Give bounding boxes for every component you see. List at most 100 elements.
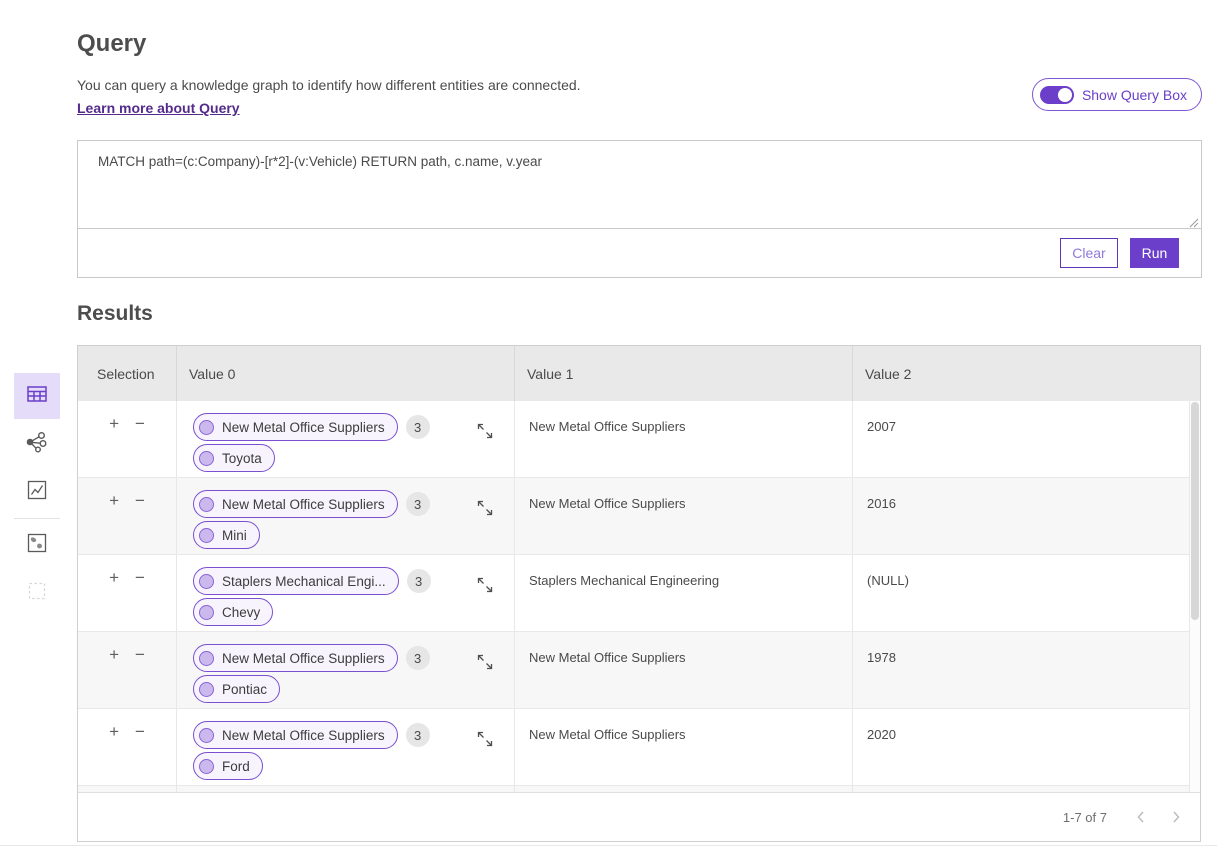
entity-pill-label: New Metal Office Suppliers: [222, 497, 385, 512]
entity-dot-icon: [199, 420, 214, 435]
link-chart-icon: [25, 430, 49, 459]
remove-from-selection-button[interactable]: −: [133, 722, 147, 742]
value2-cell: 2020: [853, 709, 1200, 785]
value1-cell: New Metal Office Suppliers: [515, 478, 853, 554]
next-page-button[interactable]: [1168, 809, 1184, 825]
entity-pill-label: Ford: [222, 759, 250, 774]
entity-dot-icon: [199, 574, 214, 589]
learn-more-link[interactable]: Learn more about Query: [77, 100, 240, 116]
page-bottom-divider: [0, 845, 1217, 846]
expand-path-icon[interactable]: [475, 421, 495, 441]
selection-tool-icon: [26, 580, 48, 607]
sidebar-item-table-view[interactable]: [14, 373, 60, 419]
table-pagination: 1-7 of 7: [78, 792, 1200, 841]
show-query-box-toggle[interactable]: Show Query Box: [1032, 78, 1202, 111]
remove-from-selection-button[interactable]: −: [133, 491, 147, 511]
entity-dot-icon: [199, 651, 214, 666]
entity-dot-icon: [199, 528, 214, 543]
run-button[interactable]: Run: [1130, 238, 1179, 268]
entity-pill[interactable]: Pontiac: [193, 675, 280, 703]
remove-from-selection-button[interactable]: −: [133, 568, 147, 588]
entity-pill-label: New Metal Office Suppliers: [222, 651, 385, 666]
column-header-selection: Selection: [78, 346, 177, 401]
resize-handle-icon[interactable]: [1188, 215, 1199, 226]
entity-pill[interactable]: Mini: [193, 521, 260, 549]
entity-pill[interactable]: Toyota: [193, 444, 275, 472]
entity-dot-icon: [199, 497, 214, 512]
table-row: + − New Metal Office Suppliers 3: [78, 632, 1200, 709]
toggle-switch-icon: [1040, 86, 1074, 104]
entity-pill-label: Toyota: [222, 451, 262, 466]
results-view-sidebar: [14, 373, 60, 616]
entity-pill-label: Staplers Mechanical Engi...: [222, 574, 386, 589]
expand-path-icon[interactable]: [475, 575, 495, 595]
add-to-selection-button[interactable]: +: [107, 722, 121, 742]
table-scrollbar[interactable]: [1189, 401, 1200, 792]
sidebar-item-link-chart-view[interactable]: [14, 421, 60, 467]
value1-cell: New Metal Office Suppliers: [515, 401, 853, 477]
add-to-selection-button[interactable]: +: [107, 645, 121, 665]
sidebar-divider: [14, 518, 60, 519]
add-to-selection-button[interactable]: +: [107, 414, 121, 434]
entity-dot-icon: [199, 759, 214, 774]
results-title: Results: [77, 302, 153, 326]
value2-cell: (NULL): [853, 555, 1200, 631]
entity-dot-icon: [199, 728, 214, 743]
expand-path-icon[interactable]: [475, 729, 495, 749]
entity-dot-icon: [199, 682, 214, 697]
toggle-knob: [1058, 88, 1072, 102]
previous-page-button[interactable]: [1133, 809, 1149, 825]
sidebar-item-chart-view[interactable]: [14, 469, 60, 515]
query-panel: MATCH path=(c:Company)-[r*2]-(v:Vehicle)…: [77, 140, 1202, 278]
path-count-badge: 3: [406, 492, 430, 516]
column-header-value2: Value 2: [853, 346, 1200, 401]
toggle-label: Show Query Box: [1082, 87, 1187, 103]
add-to-selection-button[interactable]: +: [107, 491, 121, 511]
value2-cell: 2007: [853, 401, 1200, 477]
entity-dot-icon: [199, 451, 214, 466]
column-header-value0: Value 0: [177, 346, 515, 401]
entity-pill-label: Chevy: [222, 605, 260, 620]
add-to-selection-button[interactable]: +: [107, 568, 121, 588]
entity-pill[interactable]: New Metal Office Suppliers: [193, 413, 398, 441]
entity-pill[interactable]: Ford: [193, 752, 263, 780]
entity-pill-label: Pontiac: [222, 682, 267, 697]
value2-cell: 2016: [853, 478, 1200, 554]
remove-from-selection-button[interactable]: −: [133, 645, 147, 665]
entity-dot-icon: [199, 605, 214, 620]
value2-cell: 1978: [853, 632, 1200, 708]
query-page: Query You can query a knowledge graph to…: [0, 0, 1217, 856]
query-textarea[interactable]: MATCH path=(c:Company)-[r*2]-(v:Vehicle)…: [78, 141, 1201, 228]
remove-from-selection-button[interactable]: −: [133, 414, 147, 434]
value1-cell: New Metal Office Suppliers: [515, 709, 853, 785]
expand-path-icon[interactable]: [475, 498, 495, 518]
chevron-right-icon: [1168, 813, 1184, 828]
table-view-icon: [26, 383, 48, 410]
page-title: Query: [77, 30, 146, 58]
clear-button[interactable]: Clear: [1060, 238, 1118, 268]
entity-pill-label: New Metal Office Suppliers: [222, 420, 385, 435]
table-row: + − Staplers Mechanical Engi... 3: [78, 555, 1200, 632]
table-header: Selection Value 0 Value 1 Value 2: [78, 346, 1200, 401]
entity-pill-label: Mini: [222, 528, 247, 543]
entity-pill[interactable]: Staplers Mechanical Engi...: [193, 567, 399, 595]
value1-cell: Staplers Mechanical Engineering: [515, 555, 853, 631]
path-count-badge: 3: [406, 723, 430, 747]
table-row: + − New Metal Office Suppliers 3: [78, 401, 1200, 478]
column-header-value1: Value 1: [515, 346, 853, 401]
entity-pill[interactable]: New Metal Office Suppliers: [193, 721, 398, 749]
entity-pill-label: New Metal Office Suppliers: [222, 728, 385, 743]
path-count-badge: 3: [407, 569, 431, 593]
table-row: + − New Metal Office Suppliers 3: [78, 478, 1200, 555]
chevron-left-icon: [1133, 813, 1149, 828]
value1-cell: New Metal Office Suppliers: [515, 632, 853, 708]
pagination-range-label: 1-7 of 7: [1063, 810, 1107, 825]
entity-pill[interactable]: New Metal Office Suppliers: [193, 490, 398, 518]
entity-pill[interactable]: New Metal Office Suppliers: [193, 644, 398, 672]
page-description: You can query a knowledge graph to ident…: [77, 77, 581, 93]
expand-path-icon[interactable]: [475, 652, 495, 672]
entity-pill[interactable]: Chevy: [193, 598, 273, 626]
scrollbar-thumb[interactable]: [1191, 402, 1199, 620]
path-count-badge: 3: [406, 415, 430, 439]
sidebar-item-map-view[interactable]: [14, 522, 60, 568]
